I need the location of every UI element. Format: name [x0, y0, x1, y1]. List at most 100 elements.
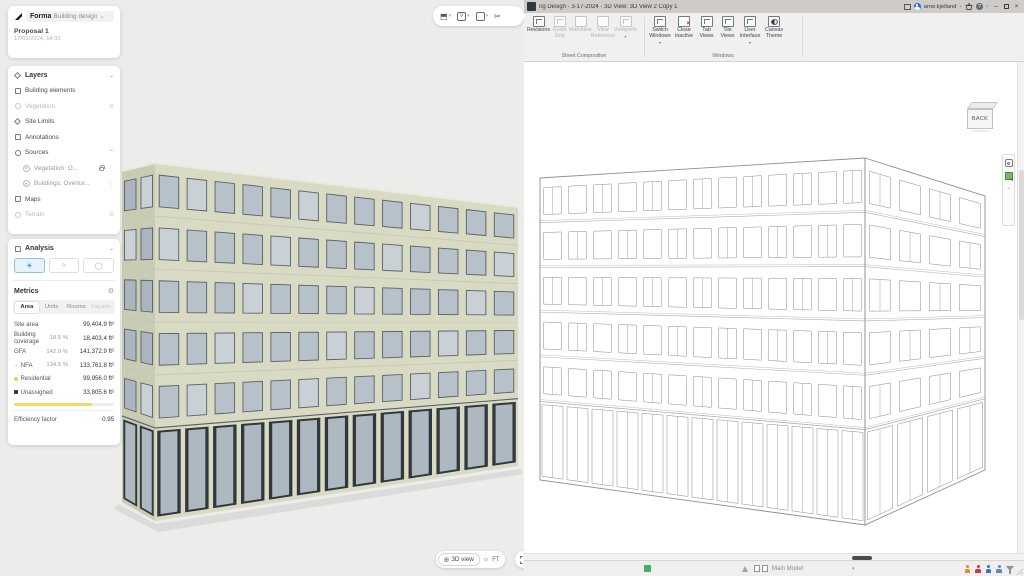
horizontal-scrollbar[interactable] [524, 553, 1024, 560]
dropdown-icon: ▾ [486, 13, 489, 19]
close-button[interactable]: × [1012, 3, 1021, 10]
revit-viewport[interactable]: BACK ⌄ [524, 62, 1024, 553]
design-options-icon[interactable] [762, 565, 768, 572]
cut-tool-button[interactable]: ✂ [492, 12, 503, 21]
metric-nfa[interactable]: ⌄NFA 134.5 % 133,761.8 ft² [13, 359, 115, 373]
selection-filter-icon[interactable] [1006, 566, 1014, 571]
image-icon [476, 12, 485, 21]
username[interactable]: arne.kjelland [924, 4, 957, 10]
tile-views-button[interactable]: Tile Views [717, 15, 738, 40]
minimize-button[interactable]: – [992, 3, 1001, 10]
geometry-tool-button[interactable]: ⬒ ▾ [438, 12, 453, 21]
visibility-off-icon[interactable]: ⊘ [109, 103, 114, 110]
viewcube[interactable]: BACK [964, 102, 1000, 134]
canvas-theme-button[interactable]: Canvas Theme [762, 15, 786, 40]
view-mode-button[interactable]: ⊕ 3D view [438, 553, 480, 566]
revit-statusbar: Main Model ▾ [524, 560, 1024, 576]
help-dropdown-icon[interactable]: ▾ [986, 4, 989, 10]
collapse-layers-icon[interactable]: ⌄ [109, 72, 114, 79]
zoom-region-icon[interactable] [1005, 172, 1013, 180]
viewcube-back-face[interactable]: BACK [967, 109, 993, 129]
view-reference-button[interactable]: View Reference [591, 15, 615, 40]
design-option-dropdown-icon[interactable]: ▾ [852, 566, 855, 572]
collapse-analysis-icon[interactable]: ⌄ [109, 245, 114, 252]
viewports-button[interactable]: Viewports ▾ [615, 15, 636, 39]
version-tool-button[interactable]: V ▾ [455, 12, 472, 21]
switch-windows-icon [654, 16, 666, 27]
tab-rooms[interactable]: Rooms [64, 302, 89, 313]
resize-grip[interactable] [1016, 568, 1023, 575]
analysis-title: Analysis [25, 245, 105, 252]
restore-button[interactable] [1004, 4, 1010, 10]
switch-windows-button[interactable]: Switch Windows ▾ [648, 15, 672, 45]
user-interface-button[interactable]: User Interface ▾ [738, 15, 762, 45]
layer-building-elements[interactable]: Building elements [13, 83, 115, 99]
units-label[interactable]: FT [492, 557, 503, 563]
expand-sources-icon[interactable]: ⌃ [109, 149, 114, 156]
select-links-toggle-icon[interactable] [964, 565, 971, 573]
steering-wheel-icon[interactable] [1005, 159, 1013, 167]
layer-annotations[interactable]: Annotations [13, 130, 115, 146]
layer-maps[interactable]: Maps [13, 192, 115, 208]
layer-source-vegetation[interactable]: ▸ Vegetation: O... ⋮ [13, 161, 115, 177]
layer-vegetation[interactable]: Vegetation ⊘ [13, 99, 115, 115]
help-icon[interactable]: ? [976, 3, 983, 10]
group-label-windows: Windows [648, 53, 798, 59]
close-inactive-button[interactable]: × Close Inactive [672, 15, 696, 40]
wind-analysis-button[interactable]: ≈ [49, 258, 80, 273]
frame-icon [904, 4, 911, 10]
metric-efficiency: Efficiency factor 0.95 [13, 413, 115, 427]
ribbon-group-windows: Switch Windows ▾ × Close Inactive Tab Vi… [648, 15, 798, 59]
revit-titlebar[interactable]: ng Design - 3-17-2024 - 3D View: 3D View… [524, 0, 1024, 13]
user-avatar[interactable] [914, 3, 921, 10]
revisions-button[interactable]: Revisions [528, 15, 549, 34]
design-options-icon[interactable] [754, 565, 760, 572]
tile-views-icon [722, 16, 734, 27]
matchline-button[interactable]: Matchline [570, 15, 591, 34]
metric-gfa: GFA 142.0 % 141,372.9 ft² [13, 345, 115, 359]
chevron-down-icon[interactable]: ⌄ [100, 13, 105, 20]
horizontal-scroll-thumb[interactable] [852, 556, 872, 560]
vertical-scrollbar[interactable] [1017, 62, 1024, 553]
navbar-expand-icon[interactable]: ⌄ [1006, 185, 1010, 191]
metrics-settings-icon[interactable]: ⚙ [108, 287, 114, 295]
user-dropdown-icon[interactable]: ▾ [959, 4, 962, 10]
metric-residential: Residential 99,956.0 ft² [13, 372, 115, 386]
tab-area[interactable]: Area [15, 302, 40, 313]
more-options-icon[interactable]: ⋮ [108, 180, 115, 188]
select-underlay-toggle-icon[interactable] [975, 565, 982, 573]
visibility-off-icon[interactable]: ⊘ [109, 211, 114, 218]
expand-nfa-icon[interactable]: ⌄ [14, 362, 18, 368]
daylight-toggle-icon[interactable]: ☼ [483, 556, 489, 563]
matchline-icon [575, 16, 587, 27]
select-by-face-toggle-icon[interactable] [996, 565, 1003, 573]
more-options-icon[interactable]: ⋮ [108, 164, 115, 172]
layers-title: Layers [25, 72, 105, 79]
tab-units[interactable]: Units [39, 302, 64, 313]
basket-icon[interactable] [965, 3, 973, 10]
forma-bottom-bar: ⊕ 3D view ☼ FT [436, 551, 505, 568]
play-circle-icon: ▸ [23, 165, 30, 172]
proposal-name[interactable]: Proposal 1 [14, 28, 114, 35]
active-design-option[interactable]: Main Model [772, 566, 803, 572]
project-switcher[interactable]: Forma Building design ⌄ [26, 11, 114, 22]
layer-terrain[interactable]: Terrain ⊘ [13, 207, 115, 223]
media-tool-button[interactable]: ▾ [474, 12, 491, 21]
metrics-tabs: Area Units Rooms Façade [13, 300, 115, 314]
layer-sources[interactable]: Sources ⌃ [13, 145, 115, 161]
tab-facade[interactable]: Façade [89, 302, 114, 313]
select-pinned-toggle-icon[interactable] [985, 565, 992, 573]
tab-views-button[interactable]: Tab Views [696, 15, 717, 40]
guide-grid-button[interactable]: Guide Grid [549, 15, 570, 40]
proposal-date: 17/03/2024, 14:32 [14, 36, 114, 42]
sun-analysis-button[interactable]: ☀ [14, 258, 45, 273]
layer-source-buildings[interactable]: ▸ Buildings: Overtur... ⋮ [13, 176, 115, 192]
noise-analysis-button[interactable]: ◯ [83, 258, 114, 273]
vertical-scroll-thumb[interactable] [1019, 170, 1024, 320]
revit-wireframe-view[interactable] [524, 62, 1024, 553]
viewcube-top-face[interactable] [967, 102, 998, 109]
circle-icon: ◯ [95, 262, 103, 270]
layer-site-limits[interactable]: Site Limits [13, 114, 115, 130]
forma-window: Forma Building design ⌄ Proposal 1 17/03… [0, 0, 524, 576]
worksets-icon[interactable] [742, 566, 748, 572]
